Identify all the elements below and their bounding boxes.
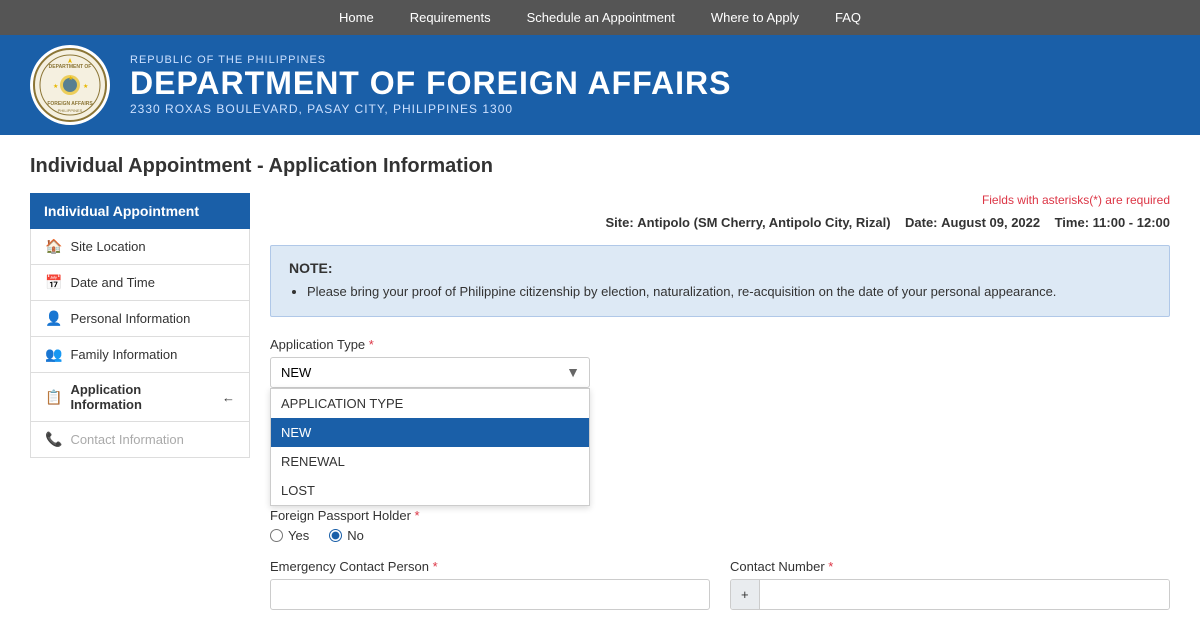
sidebar-item-personal-information[interactable]: 👤 Personal Information xyxy=(30,301,250,337)
date-label: Date: xyxy=(905,215,938,230)
sidebar-item-site-location[interactable]: 🏠 Site Location xyxy=(30,229,250,265)
note-box: NOTE: Please bring your proof of Philipp… xyxy=(270,245,1170,317)
contact-number-label: Contact Number * xyxy=(730,559,1170,574)
sidebar-item-application-information[interactable]: 📋 Application Information ← xyxy=(30,373,250,422)
time-label: Time: xyxy=(1055,215,1089,230)
people-icon: 👥 xyxy=(45,346,62,363)
page-content: Individual Appointment - Application Inf… xyxy=(0,135,1200,630)
radio-no-text: No xyxy=(347,528,364,543)
time-value: 11:00 - 12:00 xyxy=(1093,215,1170,230)
date-value: August 09, 2022 xyxy=(941,215,1040,230)
radio-no-label[interactable]: No xyxy=(329,528,364,543)
sidebar-item-contact-information[interactable]: 📞 Contact Information xyxy=(30,422,250,458)
radio-yes-text: Yes xyxy=(288,528,309,543)
radio-yes-label[interactable]: Yes xyxy=(270,528,309,543)
sidebar-item-date-and-time[interactable]: 📅 Date and Time xyxy=(30,265,250,301)
dropdown-open: APPLICATION TYPE NEW RENEWAL LOST xyxy=(270,388,590,506)
nav-where-to-apply[interactable]: Where to Apply xyxy=(693,0,817,35)
phone-number-input[interactable] xyxy=(760,580,1169,609)
clipboard-icon: 📋 xyxy=(45,389,62,406)
dfa-seal: DEPARTMENT OF FOREIGN AFFAIRS PHILIPPINE… xyxy=(30,45,110,125)
page-header: DEPARTMENT OF FOREIGN AFFAIRS PHILIPPINE… xyxy=(0,35,1200,135)
site-value: Antipolo (SM Cherry, Antipolo City, Riza… xyxy=(637,215,890,230)
contact-number-col: Contact Number * + xyxy=(730,559,1170,610)
required-star: * xyxy=(369,337,374,352)
appointment-info: Site: Antipolo (SM Cherry, Antipolo City… xyxy=(270,215,1170,230)
svg-text:★: ★ xyxy=(68,75,73,82)
sidebar-item-family-information[interactable]: 👥 Family Information xyxy=(30,337,250,373)
phone-input-wrapper: + xyxy=(730,579,1170,610)
header-text-block: Republic of the Philippines DEPARTMENT O… xyxy=(130,54,731,115)
home-icon: 🏠 xyxy=(45,238,62,255)
nav-requirements[interactable]: Requirements xyxy=(392,0,509,35)
dropdown-option-renewal[interactable]: RENEWAL xyxy=(271,447,589,476)
header-address: 2330 Roxas Boulevard, Pasay City, Philip… xyxy=(130,102,731,116)
sidebar: Individual Appointment 🏠 Site Location 📅… xyxy=(30,193,250,610)
application-type-label: Application Type * xyxy=(270,337,1170,352)
contact-row: Emergency Contact Person * Contact Numbe… xyxy=(270,559,1170,610)
svg-text:PHILIPPINES: PHILIPPINES xyxy=(58,108,83,113)
nav-faq[interactable]: FAQ xyxy=(817,0,879,35)
arrow-icon: ← xyxy=(222,390,235,405)
application-type-select[interactable]: APPLICATION TYPENEWRENEWALLOST xyxy=(270,357,590,388)
note-bullet: Please bring your proof of Philippine ci… xyxy=(307,282,1151,302)
svg-text:★: ★ xyxy=(83,83,88,90)
right-content: Fields with asterisks(*) are required Si… xyxy=(270,193,1170,610)
phone-plus-sign: + xyxy=(731,580,760,609)
dropdown-option-lost[interactable]: LOST xyxy=(271,476,589,505)
emergency-contact-input[interactable] xyxy=(270,579,710,610)
calendar-icon: 📅 xyxy=(45,274,62,291)
emergency-contact-label: Emergency Contact Person * xyxy=(270,559,710,574)
dropdown-option-application-type[interactable]: APPLICATION TYPE xyxy=(271,389,589,418)
main-layout: Individual Appointment 🏠 Site Location 📅… xyxy=(30,193,1170,610)
required-star-4: * xyxy=(828,559,833,574)
site-label: Site: xyxy=(606,215,634,230)
nav-home[interactable]: Home xyxy=(321,0,392,35)
person-icon: 👤 xyxy=(45,310,62,327)
dropdown-option-new[interactable]: NEW xyxy=(271,418,589,447)
application-type-group: Application Type * APPLICATION TYPENEWRE… xyxy=(270,337,1170,388)
svg-text:★: ★ xyxy=(53,83,58,90)
svg-text:FOREIGN AFFAIRS: FOREIGN AFFAIRS xyxy=(47,101,93,107)
required-star-3: * xyxy=(433,559,438,574)
radio-no[interactable] xyxy=(329,529,342,542)
fields-required-notice: Fields with asterisks(*) are required xyxy=(270,193,1170,207)
emergency-contact-col: Emergency Contact Person * xyxy=(270,559,710,610)
radio-yes[interactable] xyxy=(270,529,283,542)
header-title: DEPARTMENT OF FOREIGN AFFAIRS xyxy=(130,66,731,101)
nav-schedule[interactable]: Schedule an Appointment xyxy=(509,0,693,35)
application-type-select-wrapper: APPLICATION TYPENEWRENEWALLOST ▼ APPLICA… xyxy=(270,357,590,388)
foreign-passport-radio-group: Yes No xyxy=(270,528,1170,543)
sidebar-header: Individual Appointment xyxy=(30,193,250,229)
svg-text:DEPARTMENT OF: DEPARTMENT OF xyxy=(49,64,92,70)
page-title: Individual Appointment - Application Inf… xyxy=(30,155,1170,178)
phone-icon: 📞 xyxy=(45,431,62,448)
top-navigation: Home Requirements Schedule an Appointmen… xyxy=(0,0,1200,35)
foreign-passport-label: Foreign Passport Holder * xyxy=(270,508,1170,523)
required-star-2: * xyxy=(415,508,420,523)
note-title: NOTE: xyxy=(289,260,1151,276)
foreign-passport-group: Foreign Passport Holder * Yes No xyxy=(270,508,1170,543)
